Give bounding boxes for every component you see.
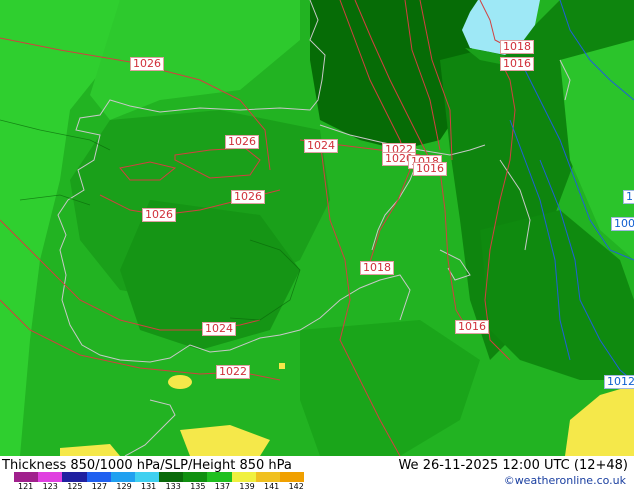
legend-color-swatch [255,472,280,482]
legend-color-swatch [38,472,63,482]
isobar-label: 1018 [360,261,394,275]
legend-ticks: 121 123 125 127 129 131 133 135 137 139 141 142 [18,482,318,492]
copyright-link[interactable]: ©weatheronline.co.uk [504,474,626,487]
isobar-label: 1026 [142,208,176,222]
legend-color-swatch [86,472,111,482]
warm-anomaly-2 [279,363,285,369]
isobar-label: 1026 [231,190,265,204]
map-title: Thickness 850/1000 hPa/SLP/Height 850 hP… [2,458,292,473]
isobar-label: 1022 [216,365,250,379]
isobar-label: 1026 [225,135,259,149]
isobar-label: 1024 [202,322,236,336]
isobar-label: 1024 [304,139,338,153]
legend-color-swatch [62,472,87,482]
weather-map [0,0,634,456]
isobar-label: 1016 [500,57,534,71]
isobar-label: 100 [611,217,634,231]
map-footer: Thickness 850/1000 hPa/SLP/Height 850 hP… [0,456,634,492]
isobar-label: 1 [623,190,634,204]
legend-color-swatch [231,472,256,482]
isobar-label: 1018 [500,40,534,54]
isobar-label: 1012 [604,375,634,389]
legend-color-swatch [14,472,39,482]
warm-anomaly-1 [168,375,192,389]
legend-color-swatch [110,472,135,482]
legend-color-swatch [159,472,184,482]
legend-color-swatch [134,472,160,482]
forecast-datetime: We 26-11-2025 12:00 UTC (12+48) [398,458,628,473]
color-legend [14,472,305,482]
isobar-label: 1016 [413,162,447,176]
legend-color-swatch [279,472,305,482]
isobar-label: 1016 [455,320,489,334]
legend-color-swatch [207,472,232,482]
legend-color-swatch [183,472,208,482]
isobar-label: 1026 [130,57,164,71]
